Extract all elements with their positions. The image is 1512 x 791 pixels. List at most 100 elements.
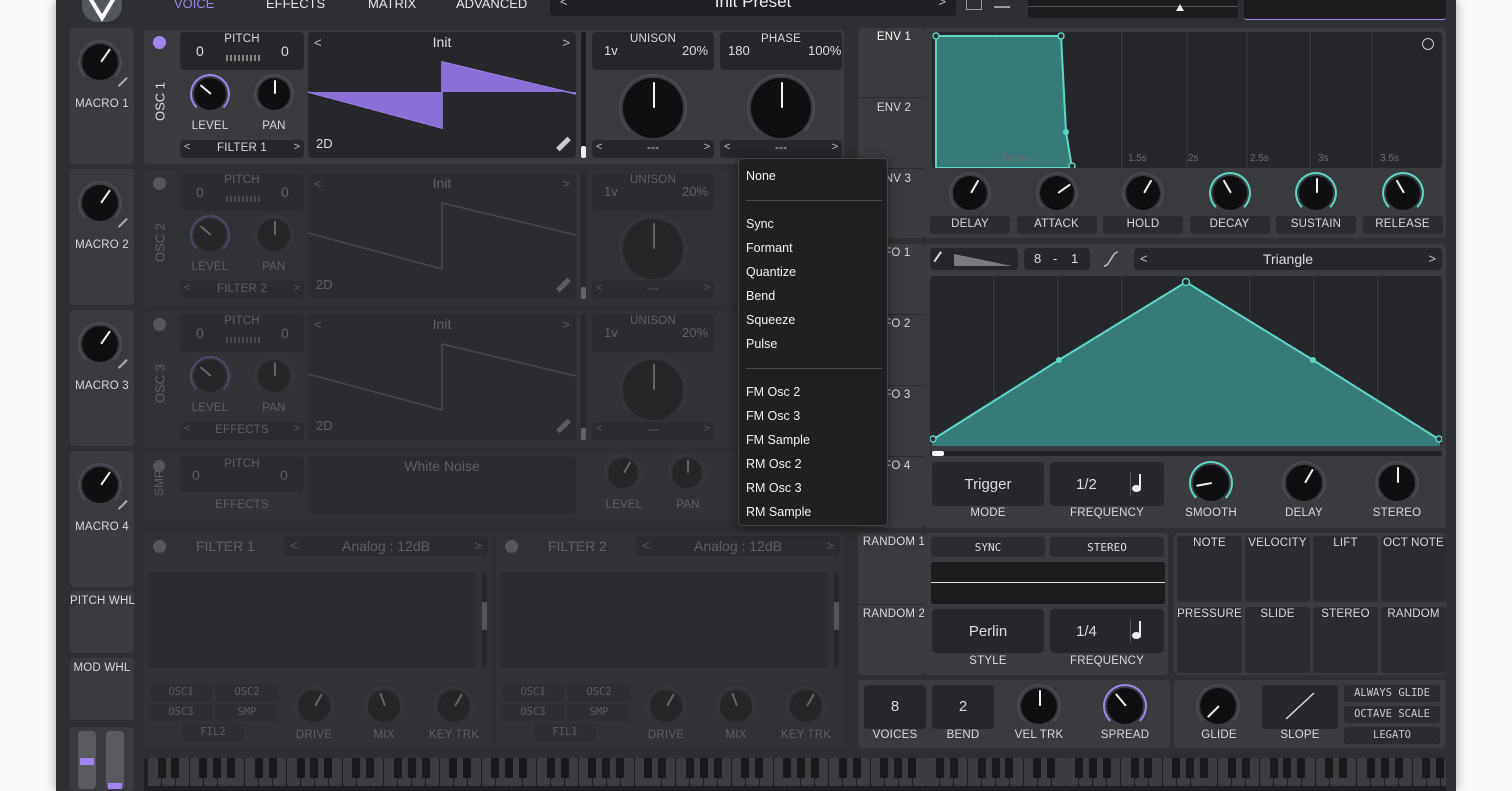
osc-1-distortion-knob[interactable] — [619, 74, 687, 142]
macro-1-knob[interactable] — [78, 40, 122, 84]
black-key[interactable] — [393, 758, 402, 778]
lfo-grid-size[interactable]: 8 - 1 — [1024, 248, 1090, 270]
random-sync-button[interactable]: SYNC — [931, 537, 1045, 557]
black-key[interactable] — [546, 758, 555, 778]
black-key[interactable] — [254, 758, 263, 778]
black-key[interactable] — [616, 758, 625, 778]
lfo-graph[interactable] — [930, 276, 1442, 446]
black-key[interactable] — [491, 758, 500, 778]
osc-3-tune[interactable]: 0 — [281, 325, 289, 341]
black-key[interactable] — [838, 758, 847, 778]
env-release-knob[interactable] — [1381, 172, 1424, 214]
filter-2-source-0[interactable]: OSC1 — [502, 684, 564, 701]
tab-advanced[interactable]: ADVANCED — [456, 0, 527, 11]
osc-2-pan-knob[interactable] — [254, 215, 294, 255]
lfo-frequency-selector[interactable]: 1/2 — [1050, 462, 1164, 506]
filter-1-source-1[interactable]: OSC2 — [216, 684, 278, 701]
mod-wheel-panel[interactable]: MOD WHL — [70, 658, 134, 720]
menu-icon[interactable] — [994, 0, 1010, 8]
osc-2-level-knob[interactable] — [190, 215, 230, 255]
black-key[interactable] — [1074, 758, 1083, 778]
black-key[interactable] — [171, 758, 180, 778]
black-key[interactable] — [977, 758, 986, 778]
random-tab-2[interactable]: RANDOM 2 — [858, 608, 930, 620]
lfo-mode-selector[interactable]: Trigger — [932, 462, 1044, 506]
osc-2-frame-slider[interactable] — [581, 173, 586, 299]
sample-pitch-left[interactable]: 0 — [192, 467, 200, 483]
osc-1-unison-voices[interactable]: 1v — [604, 43, 618, 58]
black-key[interactable] — [880, 758, 889, 778]
random-tempo-note-icon[interactable] — [1130, 619, 1144, 643]
menu-item-rm-osc-3[interactable]: RM Osc 3 — [746, 481, 802, 495]
menu-item-bend[interactable]: Bend — [746, 289, 775, 303]
macro-3-knob[interactable] — [78, 322, 122, 366]
black-key[interactable] — [407, 758, 416, 778]
osc-3-distortion-knob[interactable] — [619, 356, 687, 424]
lfo-shape-next-icon[interactable]: > — [1428, 251, 1436, 266]
osc-1-frame-slider[interactable] — [581, 32, 586, 158]
black-key[interactable] — [1325, 758, 1334, 778]
legato-button[interactable]: LEGATO — [1344, 727, 1440, 744]
black-key[interactable] — [713, 758, 722, 778]
black-key[interactable] — [518, 758, 527, 778]
black-key[interactable] — [657, 758, 666, 778]
black-key[interactable] — [1227, 758, 1236, 778]
osc-1-unison-detune[interactable]: 20% — [682, 43, 708, 58]
black-key[interactable] — [1102, 758, 1111, 778]
black-key[interactable] — [755, 758, 764, 778]
filter-2-source-2[interactable]: OSC3 — [502, 704, 564, 721]
filter-1-graph[interactable] — [148, 572, 476, 668]
random-frequency-selector[interactable]: 1/4 — [1050, 609, 1164, 653]
osc-3-spectral-mode[interactable]: 2D — [316, 418, 333, 433]
black-key[interactable] — [935, 758, 944, 778]
filter-2-resonance-slider[interactable] — [834, 572, 839, 668]
black-key[interactable] — [1297, 758, 1306, 778]
lfo-shape-selector[interactable]: < Triangle > — [1134, 248, 1442, 270]
menu-item-quantize[interactable]: Quantize — [746, 265, 796, 279]
black-key[interactable] — [644, 758, 652, 778]
black-key[interactable] — [1005, 758, 1014, 778]
pitch-wheel[interactable] — [78, 731, 96, 789]
bend-selector[interactable]: 2 — [932, 685, 994, 729]
filter-1-key-trk-knob[interactable] — [434, 686, 474, 726]
octave-scale-button[interactable]: OCTAVE SCALE — [1344, 706, 1440, 723]
black-key[interactable] — [991, 758, 1000, 778]
black-key[interactable] — [1436, 758, 1445, 778]
black-key[interactable] — [1283, 758, 1292, 778]
envelope-graph[interactable]: 500ms 1.5s 2s 2.5s 3s 3.5s — [932, 32, 1442, 168]
black-key[interactable] — [157, 758, 166, 778]
osc-1-power-icon[interactable] — [153, 36, 166, 49]
filter-2-key-trk-knob[interactable] — [786, 686, 826, 726]
osc-2-tune[interactable]: 0 — [281, 184, 289, 200]
filter-1-drive-knob[interactable] — [294, 686, 334, 726]
env-tab-1[interactable]: ENV 1 — [860, 31, 928, 43]
black-key[interactable] — [1380, 758, 1389, 778]
menu-item-sync[interactable]: Sync — [746, 217, 774, 231]
env-hold-knob[interactable] — [1122, 172, 1164, 214]
lfo-smooth-knob[interactable] — [1189, 461, 1233, 505]
tempo-note-icon[interactable] — [1130, 472, 1144, 496]
preset-next-icon[interactable]: > — [938, 0, 946, 9]
filter-2-drive-knob[interactable] — [646, 686, 686, 726]
black-key[interactable] — [1033, 758, 1042, 778]
menu-item-rm-osc-2[interactable]: RM Osc 2 — [746, 457, 802, 471]
osc-2-unison-detune[interactable]: 20% — [682, 184, 708, 199]
slope-display[interactable] — [1262, 685, 1338, 729]
osc-3-frame-slider[interactable] — [581, 314, 586, 440]
black-key[interactable] — [310, 758, 319, 778]
osc-1-transpose[interactable]: 0 — [196, 43, 204, 59]
sample-route[interactable]: EFFECTS — [180, 499, 304, 511]
osc-3-power-icon[interactable] — [153, 318, 166, 331]
spread-knob[interactable] — [1103, 684, 1147, 728]
osc-1-spectral-mode[interactable]: 2D — [316, 136, 333, 151]
lfo-paint-button[interactable] — [930, 248, 1018, 270]
black-key[interactable] — [324, 758, 333, 778]
filter-2-mix-knob[interactable] — [716, 686, 756, 726]
black-key[interactable] — [1200, 758, 1208, 778]
menu-item-fm-osc-3[interactable]: FM Osc 3 — [746, 409, 800, 423]
black-key[interactable] — [213, 758, 222, 778]
black-key[interactable] — [685, 758, 694, 778]
black-key[interactable] — [949, 758, 958, 778]
black-key[interactable] — [1172, 758, 1181, 778]
black-key[interactable] — [810, 758, 819, 778]
